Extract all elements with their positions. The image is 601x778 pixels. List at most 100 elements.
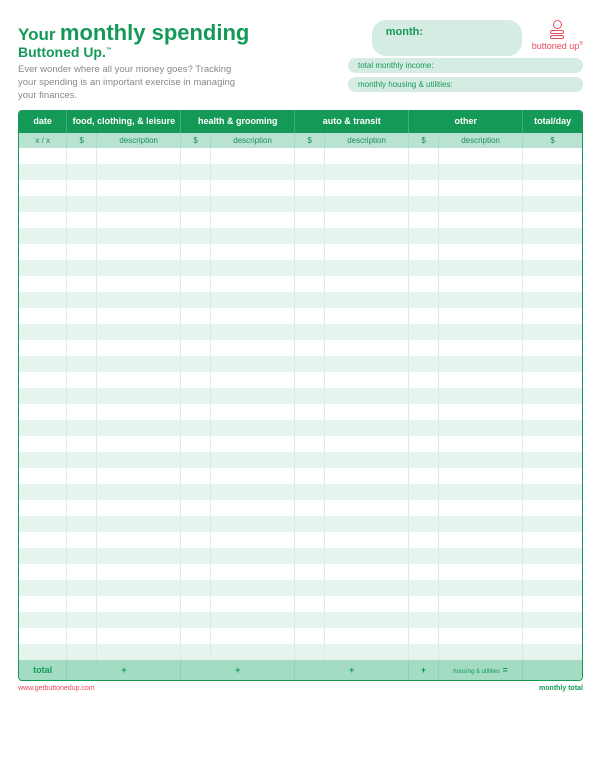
table-row[interactable]: [19, 276, 582, 292]
cell[interactable]: [409, 244, 439, 260]
cell[interactable]: [409, 356, 439, 372]
cell[interactable]: [181, 612, 211, 628]
cell[interactable]: [210, 388, 294, 404]
cell[interactable]: [438, 260, 522, 276]
cell[interactable]: [96, 548, 180, 564]
cell[interactable]: [67, 580, 97, 596]
cell[interactable]: [67, 436, 97, 452]
cell[interactable]: [523, 148, 582, 164]
cell[interactable]: [181, 196, 211, 212]
table-row[interactable]: [19, 596, 582, 612]
cell[interactable]: [19, 308, 67, 324]
cell[interactable]: [181, 356, 211, 372]
cell[interactable]: [19, 244, 67, 260]
cell[interactable]: [96, 644, 180, 660]
cell[interactable]: [96, 212, 180, 228]
cell[interactable]: [210, 516, 294, 532]
cell[interactable]: [438, 420, 522, 436]
cell[interactable]: [67, 260, 97, 276]
cell[interactable]: [19, 500, 67, 516]
cell[interactable]: [181, 212, 211, 228]
cell[interactable]: [67, 484, 97, 500]
table-row[interactable]: [19, 644, 582, 660]
cell[interactable]: [409, 164, 439, 180]
cell[interactable]: [523, 180, 582, 196]
cell[interactable]: [210, 500, 294, 516]
cell[interactable]: [96, 420, 180, 436]
cell[interactable]: [210, 596, 294, 612]
cell[interactable]: [295, 596, 325, 612]
housing-field[interactable]: monthly housing & utilities:: [348, 77, 583, 92]
cell[interactable]: [96, 484, 180, 500]
cell[interactable]: [523, 612, 582, 628]
cell[interactable]: [210, 644, 294, 660]
cell[interactable]: [19, 164, 67, 180]
cell[interactable]: [324, 356, 408, 372]
cell[interactable]: [19, 612, 67, 628]
table-row[interactable]: [19, 548, 582, 564]
cell[interactable]: [438, 612, 522, 628]
cell[interactable]: [210, 484, 294, 500]
cell[interactable]: [295, 500, 325, 516]
table-row[interactable]: [19, 292, 582, 308]
cell[interactable]: [295, 388, 325, 404]
cell[interactable]: [409, 596, 439, 612]
cell[interactable]: [96, 292, 180, 308]
table-row[interactable]: [19, 420, 582, 436]
cell[interactable]: [324, 324, 408, 340]
cell[interactable]: [295, 308, 325, 324]
cell[interactable]: [523, 404, 582, 420]
cell[interactable]: [324, 548, 408, 564]
cell[interactable]: [210, 308, 294, 324]
cell[interactable]: [438, 452, 522, 468]
cell[interactable]: [295, 452, 325, 468]
cell[interactable]: [438, 644, 522, 660]
cell[interactable]: [295, 484, 325, 500]
cell[interactable]: [19, 468, 67, 484]
cell[interactable]: [295, 548, 325, 564]
cell[interactable]: [324, 292, 408, 308]
cell[interactable]: [96, 532, 180, 548]
cell[interactable]: [523, 580, 582, 596]
cell[interactable]: [19, 180, 67, 196]
cell[interactable]: [96, 452, 180, 468]
cell[interactable]: [19, 356, 67, 372]
cell[interactable]: [409, 228, 439, 244]
cell[interactable]: [438, 484, 522, 500]
table-row[interactable]: [19, 356, 582, 372]
cell[interactable]: [67, 276, 97, 292]
cell[interactable]: [523, 372, 582, 388]
cell[interactable]: [67, 420, 97, 436]
cell[interactable]: [295, 356, 325, 372]
cell[interactable]: [67, 500, 97, 516]
cell[interactable]: [19, 228, 67, 244]
cell[interactable]: [96, 356, 180, 372]
cell[interactable]: [438, 516, 522, 532]
cell[interactable]: [295, 260, 325, 276]
cell[interactable]: [181, 532, 211, 548]
cell[interactable]: [19, 516, 67, 532]
cell[interactable]: [438, 148, 522, 164]
cell[interactable]: [181, 372, 211, 388]
cell[interactable]: [19, 324, 67, 340]
cell[interactable]: [210, 580, 294, 596]
cell[interactable]: [324, 180, 408, 196]
cell[interactable]: [96, 564, 180, 580]
cell[interactable]: [409, 260, 439, 276]
cell[interactable]: [181, 548, 211, 564]
cell[interactable]: [210, 244, 294, 260]
cell[interactable]: [96, 436, 180, 452]
cell[interactable]: [409, 196, 439, 212]
cell[interactable]: [409, 372, 439, 388]
cell[interactable]: [181, 500, 211, 516]
table-row[interactable]: [19, 324, 582, 340]
cell[interactable]: [67, 628, 97, 644]
cell[interactable]: [523, 356, 582, 372]
cell[interactable]: [181, 228, 211, 244]
table-row[interactable]: [19, 308, 582, 324]
cell[interactable]: [409, 420, 439, 436]
table-row[interactable]: [19, 164, 582, 180]
cell[interactable]: [438, 500, 522, 516]
cell[interactable]: [67, 452, 97, 468]
cell[interactable]: [295, 564, 325, 580]
